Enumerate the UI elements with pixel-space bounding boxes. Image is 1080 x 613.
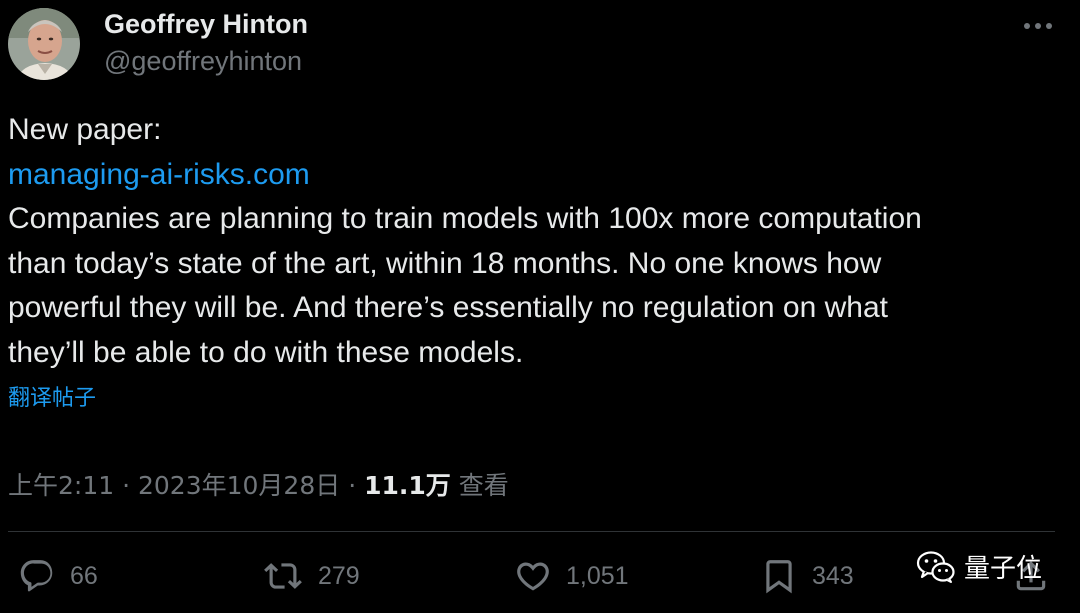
bookmark-count: 343 <box>812 561 854 590</box>
tweet-time[interactable]: 上午2:11 <box>8 471 114 500</box>
profile-photo <box>8 8 80 80</box>
reply-count: 66 <box>70 561 98 590</box>
like-count: 1,051 <box>566 561 629 590</box>
avatar[interactable] <box>8 8 80 80</box>
author-handle[interactable]: @geoffreyhinton <box>104 46 302 77</box>
translate-post-link[interactable]: 翻译帖子 <box>8 380 96 412</box>
repost-button[interactable]: 279 <box>262 556 360 596</box>
tweet-line: than today’s state of the art, within 18… <box>8 246 882 280</box>
reply-button[interactable]: 66 <box>18 556 98 596</box>
meta-separator: · <box>348 471 357 500</box>
views-count: 11.1万 <box>364 471 451 500</box>
tweet-date[interactable]: 2023年10月28日 <box>138 471 340 500</box>
repost-count: 279 <box>318 561 360 590</box>
tweet-line: they’ll be able to do with these models. <box>8 335 524 369</box>
like-button[interactable]: 1,051 <box>514 556 629 596</box>
bookmark-button[interactable]: 343 <box>760 556 854 596</box>
watermark: 量子位 <box>916 548 1042 585</box>
wechat-icon <box>916 550 955 583</box>
tweet-text: New paper: managing-ai-risks.com Compani… <box>8 108 1058 375</box>
reply-icon <box>20 560 53 592</box>
views-label: 查看 <box>458 471 509 500</box>
tweet-meta: 上午2:11 · 2023年10月28日 · 11.1万 查看 <box>8 466 509 502</box>
tweet-line: powerful they will be. And there’s essen… <box>8 291 888 324</box>
meta-separator: · <box>122 471 131 500</box>
author-display-name[interactable]: Geoffrey Hinton <box>104 9 308 40</box>
bookmark-icon <box>766 560 792 594</box>
tweet-link[interactable]: managing-ai-risks.com <box>8 153 1058 198</box>
watermark-text: 量子位 <box>964 554 1043 584</box>
more-options-icon[interactable] <box>1018 14 1058 38</box>
divider <box>8 531 1055 532</box>
tweet-line: New paper: <box>8 113 162 146</box>
repost-icon <box>264 563 302 589</box>
tweet-line: Companies are planning to train models w… <box>8 202 922 235</box>
heart-icon <box>517 562 549 591</box>
